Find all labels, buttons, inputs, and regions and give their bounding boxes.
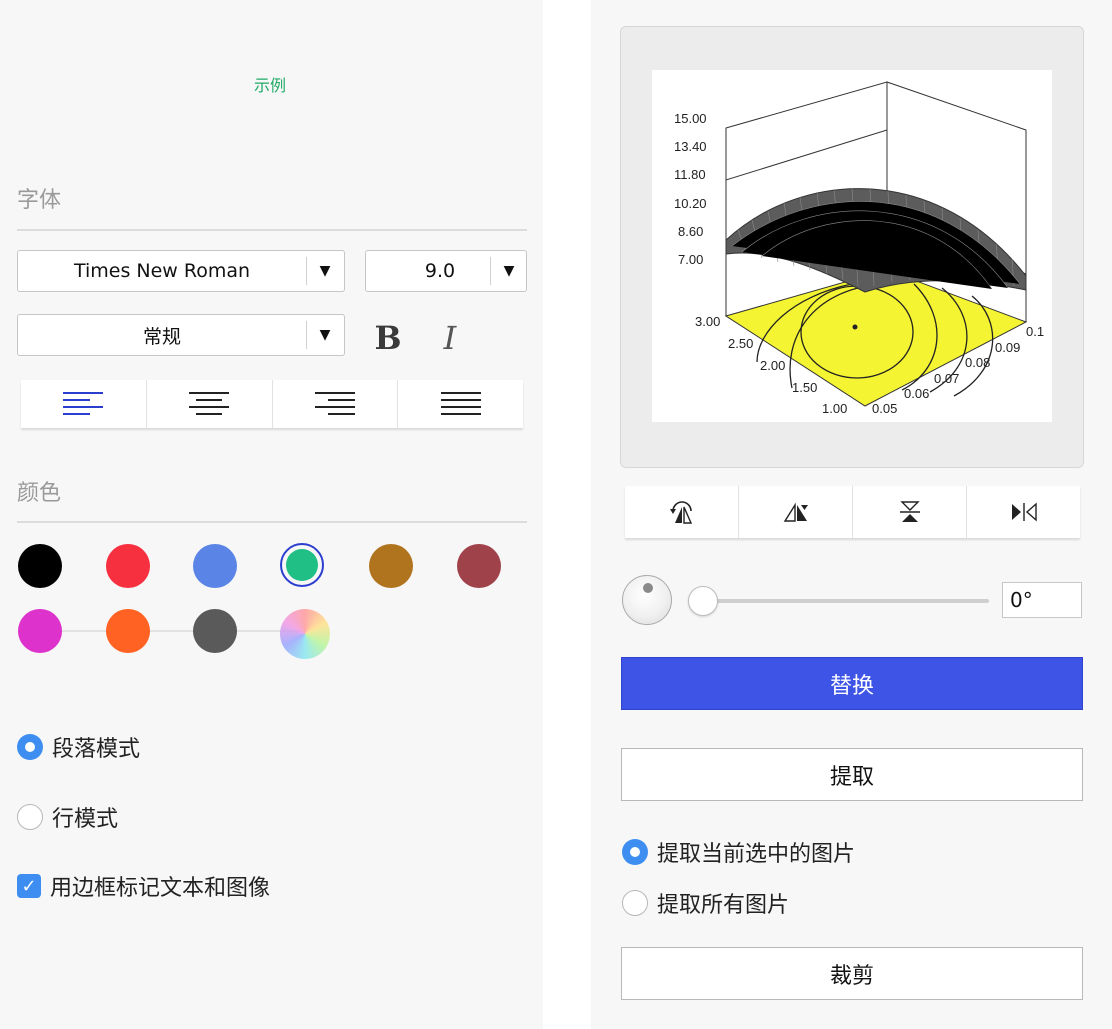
rotation-angle-input[interactable]: 0° [1002, 582, 1082, 618]
color-wheel-icon[interactable] [280, 609, 330, 659]
font-style-dropdown[interactable]: 常规 ▼ [17, 314, 345, 356]
radio-unselected-icon[interactable] [17, 804, 43, 830]
paragraph-mode-option[interactable]: 段落模式 [17, 731, 140, 763]
x-tick-label: 0.05 [872, 401, 897, 416]
flip-rotate-button[interactable] [739, 486, 853, 538]
y-tick-label: 1.00 [822, 401, 847, 416]
border-marking-label: 用边框标记文本和图像 [50, 876, 271, 901]
y-tick-label: 3.00 [695, 314, 720, 329]
rotate-icon [669, 501, 692, 524]
z-tick-label: 13.40 [674, 139, 707, 154]
border-marking-option[interactable]: ✓ 用边框标记文本和图像 [17, 870, 270, 902]
align-left-icon [63, 392, 104, 415]
flip-horizontal-icon [1011, 502, 1037, 522]
rotation-knob[interactable] [622, 575, 672, 625]
color-swatch-red[interactable] [106, 544, 150, 588]
x-tick-label: 0.08 [965, 355, 990, 370]
chevron-down-icon: ▼ [319, 263, 331, 279]
y-tick-label: 2.00 [760, 358, 785, 373]
flip-vertical-button[interactable] [853, 486, 967, 538]
color-section-title: 颜色 [17, 481, 62, 506]
extract-all-option[interactable]: 提取所有图片 [622, 887, 789, 919]
plot-back-wall [725, 81, 888, 181]
font-section-title: 字体 [17, 188, 62, 213]
y-tick-label: 2.50 [728, 336, 753, 351]
flip-horizontal-button[interactable] [967, 486, 1080, 538]
font-family-dropdown[interactable]: Times New Roman ▼ [17, 250, 345, 292]
color-swatch-magenta[interactable] [18, 609, 62, 653]
contour-floor [724, 269, 1028, 407]
align-left-button[interactable] [21, 380, 147, 428]
color-swatch-brown[interactable] [369, 544, 413, 588]
extract-button[interactable]: 提取 [621, 748, 1083, 801]
panel-divider [543, 0, 591, 1029]
line-mode-option[interactable]: 行模式 [17, 801, 118, 833]
contour-center-point [852, 324, 858, 330]
paragraph-mode-label: 段落模式 [52, 737, 141, 762]
align-justify-icon [440, 392, 481, 415]
color-swatch-black[interactable] [18, 544, 62, 588]
x-tick-label: 0.1 [1026, 324, 1044, 339]
flip-rotate-icon [783, 502, 808, 522]
rotation-slider-track[interactable] [704, 599, 989, 603]
font-section-divider [17, 229, 527, 231]
z-tick-label: 8.60 [678, 224, 703, 239]
color-swatch-green-selected[interactable] [280, 543, 324, 587]
align-center-icon [189, 392, 230, 415]
checkbox-checked-icon[interactable]: ✓ [17, 874, 41, 898]
align-justify-button[interactable] [398, 380, 523, 428]
x-tick-label: 0.07 [934, 371, 959, 386]
color-swatch-orange[interactable] [106, 609, 150, 653]
align-right-icon [314, 392, 355, 415]
align-right-button[interactable] [273, 380, 399, 428]
color-swatch-gray[interactable] [193, 609, 237, 653]
flip-vertical-icon [899, 501, 920, 522]
color-swatch-fill [286, 549, 318, 581]
knob-indicator [643, 583, 653, 593]
bold-button[interactable]: B [370, 318, 406, 358]
extract-current-label: 提取当前选中的图片 [657, 842, 856, 867]
swatch-row-connector [40, 630, 302, 632]
font-family-value: Times New Roman [73, 260, 251, 282]
x-tick-label: 0.09 [995, 340, 1020, 355]
surface-plot-image: 15.00 13.40 11.80 10.20 8.60 7.00 3.00 2… [674, 81, 1044, 416]
replace-button[interactable]: 替换 [621, 657, 1083, 710]
line-mode-label: 行模式 [52, 807, 119, 832]
radio-selected-icon[interactable] [17, 734, 43, 760]
radio-unselected-icon[interactable] [622, 890, 648, 916]
italic-button[interactable]: I [432, 318, 468, 358]
color-section-divider [17, 521, 527, 523]
align-center-button[interactable] [147, 380, 273, 428]
radio-selected-icon[interactable] [622, 839, 648, 865]
extract-current-option[interactable]: 提取当前选中的图片 [622, 836, 855, 868]
font-style-value: 常规 [142, 325, 181, 348]
extract-all-label: 提取所有图片 [657, 893, 790, 918]
chevron-down-icon: ▼ [319, 327, 331, 343]
alignment-segmented-control [21, 380, 523, 428]
chevron-down-icon: ▼ [503, 263, 515, 279]
x-tick-label: 0.06 [904, 386, 929, 401]
y-tick-label: 1.50 [792, 380, 817, 395]
image-transform-toolbar [625, 486, 1080, 538]
z-tick-label: 7.00 [678, 252, 703, 267]
font-size-dropdown[interactable]: 9.0 ▼ [365, 250, 527, 292]
sample-preview-text: 示例 [253, 76, 286, 95]
image-preview: 15.00 13.40 11.80 10.20 8.60 7.00 3.00 2… [652, 70, 1052, 422]
z-tick-label: 11.80 [674, 167, 706, 182]
rotate-button[interactable] [625, 486, 739, 538]
color-swatch-maroon[interactable] [457, 544, 501, 588]
z-tick-label: 10.20 [674, 196, 707, 211]
z-tick-label: 15.00 [674, 111, 707, 126]
crop-button[interactable]: 裁剪 [621, 947, 1083, 1000]
rotation-slider-thumb[interactable] [688, 586, 718, 616]
color-swatch-blue[interactable] [193, 544, 237, 588]
